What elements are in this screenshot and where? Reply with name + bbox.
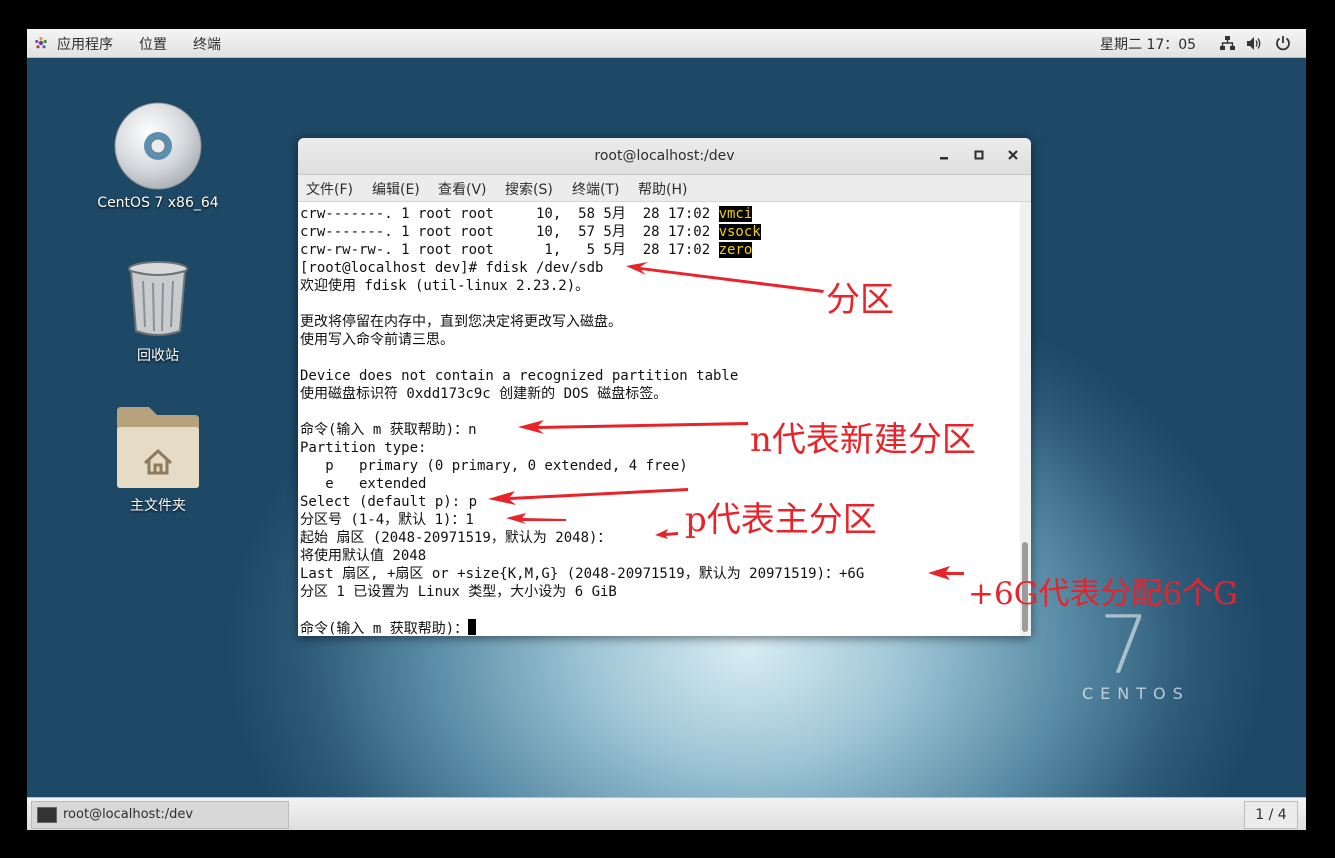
terminal-line-text: 将使用默认值 2048	[300, 548, 427, 564]
desktop-icon-label: CentOS 7 x86_64	[97, 195, 219, 211]
annotation-partition: 分区	[826, 280, 894, 320]
terminal-line-text: 分区 1 已设置为 Linux 类型，大小设为 6 GiB	[300, 584, 617, 600]
terminal-line: 分区 1 已设置为 Linux 类型，大小设为 6 GiB	[300, 583, 617, 601]
terminal-line: Device does not contain a recognized par…	[300, 367, 738, 385]
terminal-line-text: 起始 扇区 (2048-20971519，默认为 2048)：	[300, 530, 612, 546]
terminal-line-text: crw-------. 1 root root 10, 58 5月 28 17:…	[300, 206, 719, 222]
desktop-icon-label: 主文件夹	[130, 498, 186, 514]
window-titlebar[interactable]: root@localhost:/dev	[298, 138, 1031, 175]
terminal-window[interactable]: root@localhost:/dev 文件(F) 编辑(E) 查看(V) 搜索…	[298, 138, 1031, 636]
menu-file[interactable]: 文件(F)	[306, 179, 353, 199]
terminal-line: 命令(输入 m 获取帮助)：	[300, 619, 477, 636]
terminal-line-text: [root@localhost dev]# fdisk /dev/sdb	[300, 260, 604, 276]
desktop-icon-trash[interactable]: 回收站	[93, 259, 223, 369]
terminal-line: [root@localhost dev]# fdisk /dev/sdb	[300, 259, 603, 277]
close-button[interactable]	[1004, 146, 1022, 164]
terminal-line-text: crw-------. 1 root root 10, 57 5月 28 17:…	[300, 224, 719, 240]
cd-disc-icon	[114, 102, 202, 190]
terminal-line: 分区号 (1-4，默认 1)：1	[300, 511, 474, 529]
terminal-line-text: Last 扇区, +扇区 or +size{K,M,G} (2048-20971…	[300, 566, 865, 582]
terminal-line: crw-------. 1 root root 10, 57 5月 28 17:…	[300, 223, 761, 241]
terminal-line: p primary (0 primary, 0 extended, 4 free…	[300, 457, 688, 475]
terminal-line-text: 欢迎使用 fdisk (util-linux 2.23.2)。	[300, 278, 590, 294]
menu-search[interactable]: 搜索(S)	[505, 179, 553, 199]
menu-help[interactable]: 帮助(H)	[638, 179, 687, 199]
menu-edit[interactable]: 编辑(E)	[372, 179, 420, 199]
volume-icon[interactable]	[1246, 36, 1262, 51]
terminal-line: 使用写入命令前请三思。	[300, 331, 454, 349]
terminal-line-text: 分区号 (1-4，默认 1)：1	[300, 512, 474, 528]
terminal-line-text: 更改将停留在内存中，直到您决定将更改写入磁盘。	[300, 314, 622, 330]
device-name-highlight: vmci	[718, 206, 753, 222]
menu-terminal[interactable]: 终端(T)	[572, 179, 619, 199]
close-icon	[1008, 150, 1018, 160]
centos-watermark-word: CENTOS	[1082, 684, 1190, 703]
desktop-screen: 应用程序 位置 终端 星期二 17：05 CentOS 7 x86_64 回收站…	[27, 29, 1306, 830]
places-menu[interactable]: 位置	[139, 34, 167, 54]
annotation-primary-partition: p代表主分区	[685, 500, 877, 540]
workspace-indicator[interactable]: 1 / 4	[1244, 801, 1298, 829]
terminal-line-text: 命令(输入 m 获取帮助)：n	[300, 422, 477, 438]
annotation-new-partition: n代表新建分区	[750, 420, 976, 460]
taskbar-item-terminal[interactable]: root@localhost:/dev	[31, 801, 289, 829]
terminal-line-text: Device does not contain a recognized par…	[300, 368, 739, 384]
gnome-foot-icon	[35, 36, 47, 49]
terminal-line: 将使用默认值 2048	[300, 547, 426, 565]
terminal-line-text: Select (default p): p	[300, 494, 478, 510]
terminal-line-text: crw-rw-rw-. 1 root root 1, 5 5月 28 17:02	[300, 242, 719, 258]
applications-menu[interactable]: 应用程序	[57, 34, 113, 54]
terminal-line: 欢迎使用 fdisk (util-linux 2.23.2)。	[300, 277, 589, 295]
terminal-line-text: Partition type:	[300, 440, 427, 456]
desktop-icon-centos-dvd[interactable]: CentOS 7 x86_64	[93, 101, 223, 231]
annotation-size: +6G代表分配6个G	[968, 576, 1238, 612]
terminal-menubar: 文件(F) 编辑(E) 查看(V) 搜索(S) 终端(T) 帮助(H)	[298, 175, 1031, 202]
terminal-line: crw-------. 1 root root 10, 58 5月 28 17:…	[300, 205, 753, 223]
desktop-icon-label: 回收站	[137, 348, 179, 364]
terminal-line: e extended	[300, 475, 426, 493]
taskbar-item-label: root@localhost:/dev	[63, 807, 194, 822]
terminal-line-text: 使用写入命令前请三思。	[300, 332, 454, 348]
menu-view[interactable]: 查看(V)	[438, 179, 487, 199]
terminal-app-menu[interactable]: 终端	[193, 34, 221, 54]
maximize-button[interactable]	[970, 146, 988, 164]
minimize-icon	[940, 157, 948, 160]
trash-icon	[128, 261, 188, 336]
terminal-line: Partition type:	[300, 439, 426, 457]
window-title: root@localhost:/dev	[594, 148, 735, 164]
network-icon[interactable]	[1220, 36, 1235, 51]
desktop-icon-home[interactable]: 主文件夹	[93, 405, 223, 515]
clock[interactable]: 星期二 17：05	[1100, 34, 1196, 54]
terminal-line: Select (default p): p	[300, 493, 477, 511]
terminal-line-text: e extended	[300, 476, 427, 492]
device-name-highlight: zero	[718, 242, 753, 258]
terminal-line: 更改将停留在内存中，直到您决定将更改写入磁盘。	[300, 313, 622, 331]
terminal-line: crw-rw-rw-. 1 root root 1, 5 5月 28 17:02…	[300, 241, 753, 259]
terminal-icon	[37, 807, 57, 823]
home-folder-icon	[117, 407, 199, 488]
terminal-line: 起始 扇区 (2048-20971519，默认为 2048)：	[300, 529, 611, 547]
power-icon[interactable]	[1275, 35, 1291, 51]
device-name-highlight: vsock	[718, 224, 761, 240]
bottom-panel: root@localhost:/dev 1 / 4	[27, 797, 1306, 830]
minimize-button[interactable]	[935, 146, 953, 164]
terminal-line: Last 扇区, +扇区 or +size{K,M,G} (2048-20971…	[300, 565, 864, 583]
terminal-line-text: p primary (0 primary, 0 extended, 4 free…	[300, 458, 688, 474]
top-panel: 应用程序 位置 终端 星期二 17：05	[27, 29, 1306, 58]
terminal-line: 使用磁盘标识符 0xdd173c9c 创建新的 DOS 磁盘标签。	[300, 385, 667, 403]
maximize-icon	[974, 150, 984, 160]
terminal-line-text: 使用磁盘标识符 0xdd173c9c 创建新的 DOS 磁盘标签。	[300, 386, 668, 402]
terminal-cursor	[468, 619, 477, 635]
terminal-line: 命令(输入 m 获取帮助)：n	[300, 421, 477, 439]
terminal-line-text: 命令(输入 m 获取帮助)：	[300, 621, 469, 636]
